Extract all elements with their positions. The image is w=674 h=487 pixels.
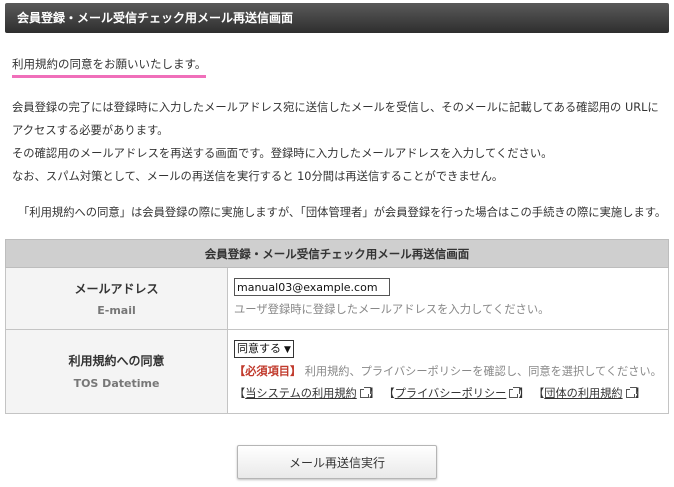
description: 会員登録の完了には登録時に入力したメールアドレス宛に送信したメールを受信し、その… xyxy=(12,96,667,188)
form-caption: 会員登録・メール受信チェック用メール再送信画面 xyxy=(5,239,669,268)
link-system-terms[interactable]: 当システムの利用規約 xyxy=(245,387,371,400)
tos-note: 「利用規約への同意」は会員登録の際に実施しますが、「団体管理者」が会員登録を行っ… xyxy=(18,206,667,219)
email-label: メールアドレス xyxy=(74,282,159,296)
tos-agree-selected: 同意する xyxy=(237,342,281,355)
tos-sublabel: TOS Datetime xyxy=(73,377,160,390)
email-row: メールアドレス E-mail ユーザ登録時に登録したメールアドレスを入力してくだ… xyxy=(5,267,669,330)
tos-value-cell: 同意する ▼ 【必須項目】 利用規約、プライバシーポリシーを確認し、同意を選択して… xyxy=(227,329,669,414)
external-link-icon xyxy=(359,387,371,398)
description-line: 会員登録の完了には登録時に入力したメールアドレス宛に送信したメールを受信し、その… xyxy=(12,101,659,114)
description-line: なお、スパム対策として、メールの再送信を実行すると 10分間は再送信することがで… xyxy=(12,170,504,183)
description-line: アクセスする必要があります。 xyxy=(12,124,169,137)
link-group-terms[interactable]: 団体の利用規約 xyxy=(544,387,637,400)
tos-links: 【当システムの利用規約】 【プライバシーポリシー】 【団体の利用規約】 xyxy=(234,387,646,400)
agree-notice: 利用規約の同意をお願いいたします。 xyxy=(12,56,207,78)
email-label-cell: メールアドレス E-mail xyxy=(5,267,228,330)
required-badge: 【必須項目】 xyxy=(234,365,302,378)
page-title: 会員登録・メール受信チェック用メール再送信画面 xyxy=(17,11,294,25)
tos-row: 利用規約への同意 TOS Datetime 同意する ▼ 【必須項目】 利用規約、… xyxy=(5,329,669,414)
external-link-icon xyxy=(625,387,637,398)
email-input[interactable] xyxy=(234,278,390,296)
link-privacy-policy-label: プライバシーポリシー xyxy=(394,387,507,400)
email-hint: ユーザ登録時に登録したメールアドレスを入力してください。 xyxy=(234,303,550,316)
tos-agree-select[interactable]: 同意する ▼ xyxy=(234,340,294,358)
resend-submit-button[interactable]: メール再送信実行 xyxy=(237,445,437,479)
tos-required-line: 【必須項目】 利用規約、プライバシーポリシーを確認し、同意を選択してください。 xyxy=(234,363,667,379)
resend-form: 会員登録・メール受信チェック用メール再送信画面 メールアドレス E-mail ユ… xyxy=(5,239,669,414)
link-system-terms-label: 当システムの利用規約 xyxy=(245,387,357,400)
email-sublabel: E-mail xyxy=(97,304,136,317)
description-line: その確認用のメールアドレスを再送する画面です。登録時に入力したメールアドレスを入… xyxy=(12,147,553,160)
tos-label-cell: 利用規約への同意 TOS Datetime xyxy=(5,329,228,414)
email-value-cell: ユーザ登録時に登録したメールアドレスを入力してください。 xyxy=(227,267,669,330)
chevron-down-icon: ▼ xyxy=(284,345,291,355)
tos-label: 利用規約への同意 xyxy=(68,354,165,368)
page-header: 会員登録・メール受信チェック用メール再送信画面 xyxy=(5,3,669,33)
tos-required-text: 利用規約、プライバシーポリシーを確認し、同意を選択してください。 xyxy=(304,365,662,378)
link-privacy-policy[interactable]: プライバシーポリシー xyxy=(394,387,521,400)
link-group-terms-label: 団体の利用規約 xyxy=(544,387,623,400)
external-link-icon xyxy=(509,387,521,398)
